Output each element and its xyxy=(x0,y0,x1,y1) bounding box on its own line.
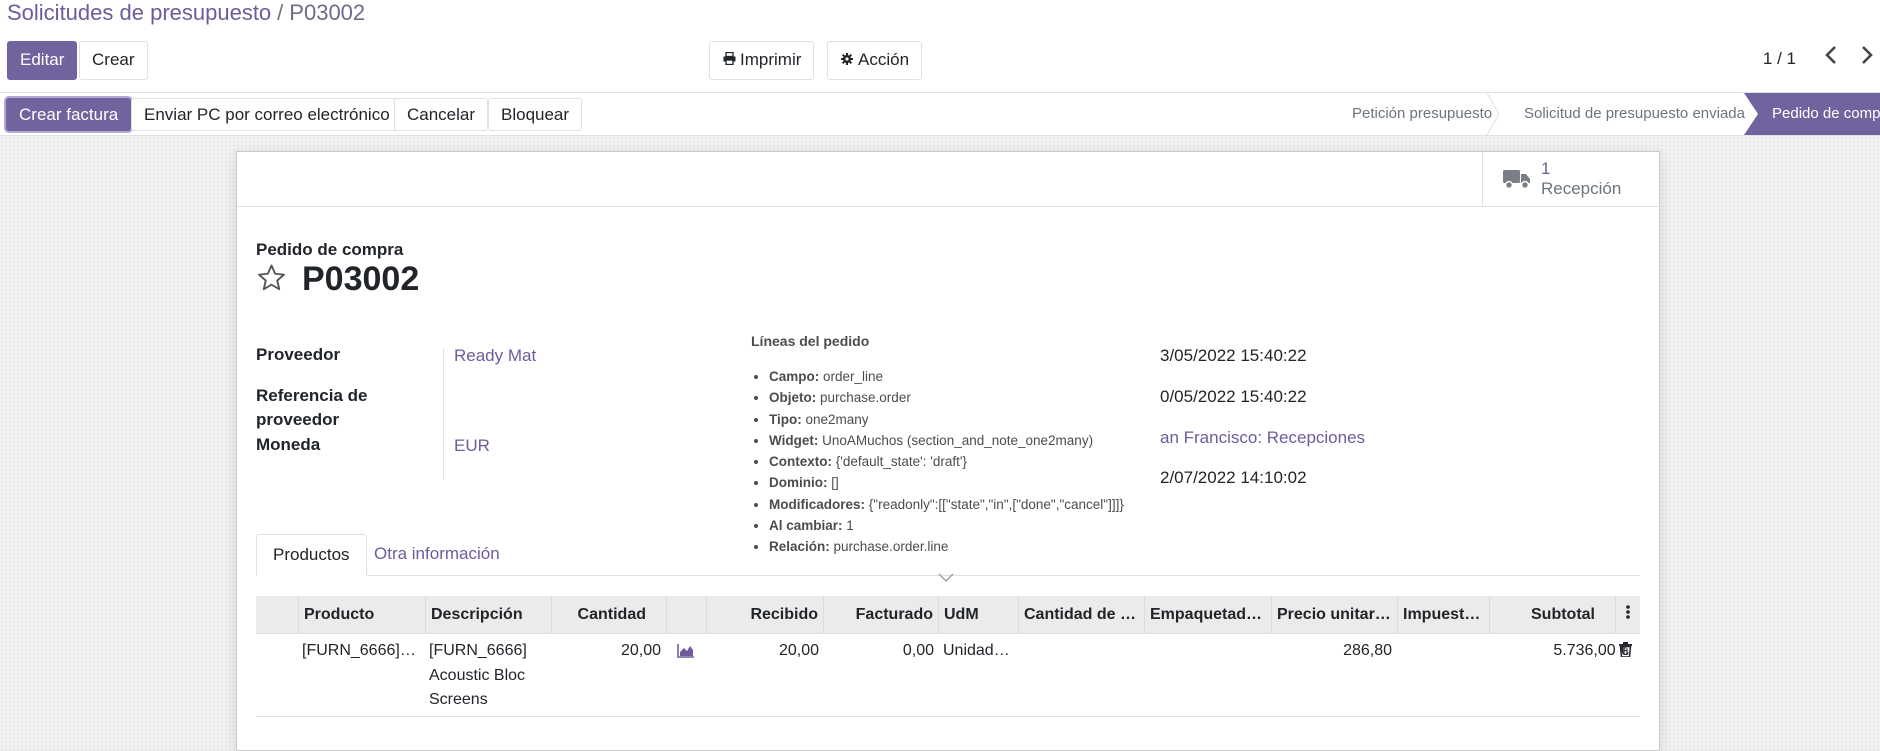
row-separator xyxy=(256,716,1640,717)
header-product[interactable]: Producto xyxy=(298,596,425,634)
receipt-date-value: 2/07/2022 14:10:02 xyxy=(1160,468,1307,487)
receipt-label: Recepción xyxy=(1541,179,1622,198)
smart-button-box: 1 Recepción xyxy=(237,152,1661,207)
tooltip-item: Contexto: {'default_state': 'draft'} xyxy=(769,451,1159,472)
pager-value[interactable]: 1 / 1 xyxy=(1763,49,1796,69)
form-statusbar: Crear factura Enviar PC por correo elect… xyxy=(0,92,1880,136)
edit-button[interactable]: Editar xyxy=(7,41,78,80)
chevron-down-icon xyxy=(938,570,954,588)
create-invoice-button[interactable]: Crear factura xyxy=(6,98,132,131)
star-icon[interactable] xyxy=(256,263,287,298)
currency-label: Moneda xyxy=(256,435,321,454)
tooltip-item: Objeto: purchase.order xyxy=(769,387,1159,408)
column-options-icon[interactable] xyxy=(1615,596,1640,634)
cell-description-line2: Acoustic Bloc xyxy=(429,667,526,684)
vendor-label: Proveedor xyxy=(256,345,341,364)
header-invoiced[interactable]: Facturado xyxy=(823,596,938,634)
breadcrumb-current: P03002 xyxy=(289,0,366,25)
breadcrumb-parent-link[interactable]: Solicitudes de presupuesto xyxy=(7,0,271,25)
status-separator xyxy=(1486,92,1500,136)
tooltip-item: Tipo: one2many xyxy=(769,409,1159,430)
create-button[interactable]: Crear xyxy=(79,41,148,80)
print-icon xyxy=(722,42,736,78)
breadcrumb-separator: / xyxy=(277,0,284,25)
deliver-to-field[interactable]: an Francisco: Recepciones xyxy=(1160,428,1365,448)
tooltip-item: Al cambiar: 1 xyxy=(769,515,1159,536)
status-step-purchase-order[interactable]: Pedido de compra xyxy=(1744,93,1880,135)
create-invoice-label: Crear factura xyxy=(19,105,119,124)
pager-next-icon[interactable] xyxy=(1860,44,1874,70)
header-packaging-qty[interactable]: Cantidad de … xyxy=(1018,596,1144,634)
tooltip-list: Campo: order_line Objeto: purchase.order… xyxy=(751,366,1159,558)
order-deadline-value: 3/05/2022 15:40:22 xyxy=(1160,346,1307,365)
document-type-label: Pedido de compra xyxy=(256,240,404,259)
vendor-field[interactable]: Ready Mat xyxy=(454,346,536,366)
cell-subtotal: 5.736,00 € xyxy=(1553,642,1629,659)
tab-products[interactable]: Productos xyxy=(256,534,367,576)
control-panel: Solicitudes de presupuesto / P03002 Editar… xyxy=(0,0,1880,92)
cell-uom: Unidad… xyxy=(943,642,1010,659)
cancel-label: Cancelar xyxy=(407,105,476,124)
field-divider xyxy=(443,348,444,480)
header-forecast xyxy=(666,596,706,634)
tab-other-info[interactable]: Otra información xyxy=(358,534,516,576)
trash-icon[interactable] xyxy=(1619,642,1632,662)
tooltip-title: Líneas del pedido xyxy=(751,333,870,349)
lock-button[interactable]: Bloquear xyxy=(488,98,583,131)
order-lines-header: Producto Descripción Cantidad Recibido F… xyxy=(256,596,1640,634)
lock-label: Bloquear xyxy=(501,105,570,124)
truck-icon xyxy=(1503,168,1531,195)
cell-received: 20,00 xyxy=(778,642,819,659)
cancel-button[interactable]: Cancelar xyxy=(394,98,489,131)
vendor-reference-label-line1: Referencia de xyxy=(256,386,368,405)
send-email-button[interactable]: Enviar PC por correo electrónico xyxy=(131,98,403,131)
receipt-smart-button[interactable]: 1 Recepción xyxy=(1482,152,1660,207)
header-received[interactable]: Recibido xyxy=(706,596,823,634)
edit-button-label: Editar xyxy=(20,50,65,69)
field-debug-tooltip: Líneas del pedido Campo: order_line Obje… xyxy=(733,317,1159,582)
print-button-label: Imprimir xyxy=(740,50,802,69)
tooltip-item: Modificadores: {"readonly":[["state","in… xyxy=(769,494,1159,515)
cell-description-line1: [FURN_6666] xyxy=(429,642,527,659)
header-packaging[interactable]: Empaquetad… xyxy=(1144,596,1271,634)
tooltip-item: Relación: purchase.order.line xyxy=(769,536,1159,557)
header-description[interactable]: Descripción xyxy=(425,596,551,634)
action-button[interactable]: Acción xyxy=(827,41,923,80)
header-handle-column xyxy=(256,596,298,634)
status-step-rfq[interactable]: Petición presupuesto xyxy=(1352,93,1492,135)
header-quantity[interactable]: Cantidad xyxy=(551,596,666,634)
header-subtotal[interactable]: Subtotal xyxy=(1489,596,1615,634)
tooltip-item: Widget: UnoAMuchos (section_and_note_one… xyxy=(769,430,1159,451)
cell-quantity: 20,00 xyxy=(620,642,661,659)
forecast-chart-icon[interactable] xyxy=(677,643,695,663)
tooltip-item: Campo: order_line xyxy=(769,366,1159,387)
receipt-count: 1 xyxy=(1541,159,1551,178)
vendor-reference-label-line2: proveedor xyxy=(256,410,340,429)
action-button-label: Acción xyxy=(858,50,910,69)
send-email-label: Enviar PC por correo electrónico xyxy=(144,105,390,124)
gear-icon xyxy=(840,42,854,78)
header-taxes[interactable]: Impuest… xyxy=(1397,596,1489,634)
breadcrumb: Solicitudes de presupuesto / P03002 xyxy=(7,0,365,26)
confirmation-date-value: 0/05/2022 15:40:22 xyxy=(1160,387,1307,406)
cell-invoiced: 0,00 xyxy=(902,642,934,659)
print-button[interactable]: Imprimir xyxy=(709,41,815,80)
pager-previous-icon[interactable] xyxy=(1824,44,1838,70)
tooltip-item: Dominio: [] xyxy=(769,472,1159,493)
order-name: P03002 xyxy=(302,260,420,298)
create-button-label: Crear xyxy=(92,50,135,69)
cell-description-line3: Screens xyxy=(429,691,488,708)
header-uom[interactable]: UdM xyxy=(938,596,1018,634)
header-unit-price[interactable]: Precio unitar… xyxy=(1271,596,1397,634)
cell-product[interactable]: [FURN_6666]… xyxy=(302,638,422,663)
currency-field[interactable]: EUR xyxy=(454,436,490,456)
cell-unit-price: 286,80 xyxy=(1343,642,1392,659)
status-step-rfq-sent[interactable]: Solicitud de presupuesto enviada xyxy=(1524,93,1745,135)
